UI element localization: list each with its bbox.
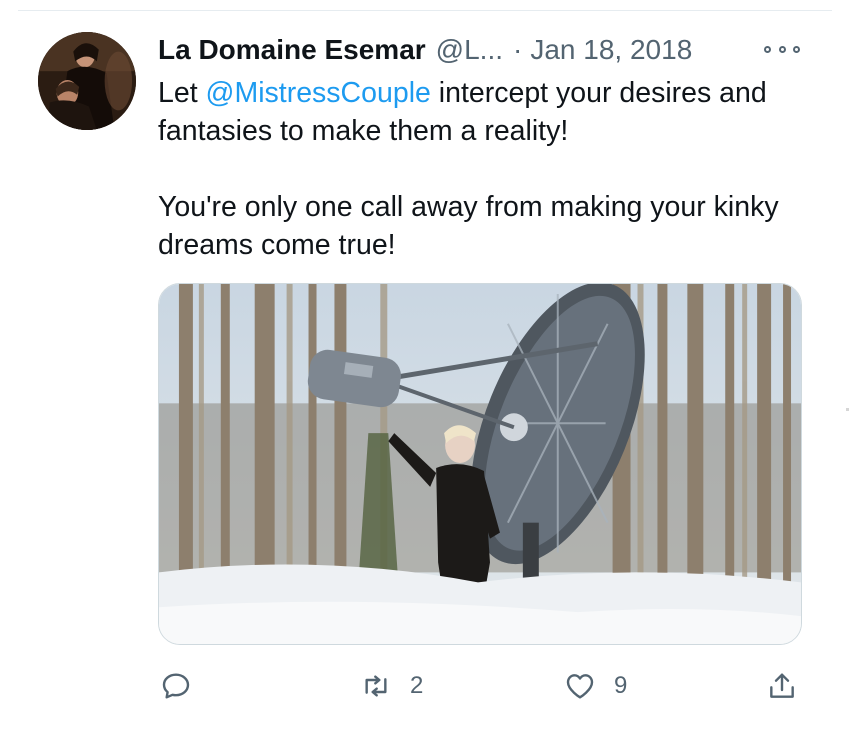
header-separator: · <box>513 34 523 65</box>
retweet-icon <box>365 675 387 697</box>
tweet-media-photo[interactable] <box>158 283 802 645</box>
tweet-header: La Domaine Esemar @L... · Jan 18, 2018 <box>158 28 692 72</box>
photo-image <box>159 284 801 644</box>
like-count: 9 <box>614 672 628 699</box>
reply-icon <box>162 673 190 699</box>
more-options-icon[interactable] <box>764 40 800 58</box>
share-icon <box>770 673 794 698</box>
more-dot <box>764 45 771 53</box>
author-name[interactable]: La Domaine Esemar <box>158 34 426 66</box>
retweet-count: 2 <box>410 672 424 699</box>
tweet-text: Let @MistressCouple intercept your desir… <box>158 74 798 264</box>
heart-icon <box>566 674 594 699</box>
more-dot <box>793 45 800 53</box>
more-dot <box>778 45 786 53</box>
text-prefix: Let <box>158 77 206 109</box>
top-divider <box>18 10 832 11</box>
avatar-image <box>38 32 136 130</box>
edge-artifact <box>846 408 849 411</box>
retweet-button[interactable]: 2 <box>360 666 423 706</box>
author-handle[interactable]: @L... <box>436 34 503 66</box>
share-button[interactable] <box>766 666 798 706</box>
avatar[interactable] <box>38 32 136 130</box>
tweet-date[interactable]: Jan 18, 2018 <box>530 34 692 66</box>
mention-link[interactable]: @MistressCouple <box>206 77 431 109</box>
reply-button[interactable] <box>160 666 192 706</box>
tweet-paragraph-1: Let @MistressCouple intercept your desir… <box>158 74 798 150</box>
like-button[interactable]: 9 <box>564 666 627 706</box>
tweet-paragraph-2: You're only one call away from making yo… <box>158 191 779 261</box>
